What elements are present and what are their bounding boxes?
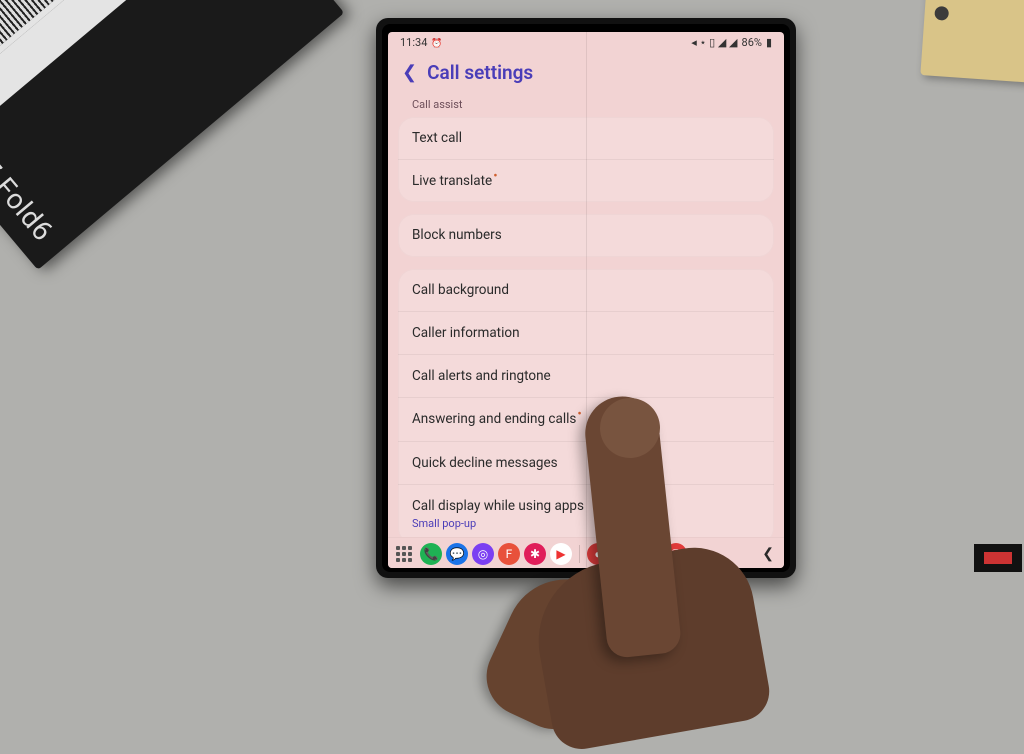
taskbar-app-9[interactable]: ⦿	[665, 543, 687, 565]
taskbar-app-4[interactable]: ✱	[524, 543, 546, 565]
phone-screen: 11:34 ◂ ⋆ ▯ ◢ ◢ 86% ▮ ❮ Call settings Ca…	[388, 32, 784, 568]
new-indicator-dot: •	[577, 407, 581, 422]
taskbar-back-button[interactable]: ❮	[762, 546, 774, 562]
taskbar-app-3[interactable]: F	[498, 543, 520, 565]
taskbar-app-5[interactable]: ▶	[550, 543, 572, 565]
phone-device: 11:34 ◂ ⋆ ▯ ◢ ◢ 86% ▮ ❮ Call settings Ca…	[376, 18, 796, 578]
back-button[interactable]: ❮	[402, 64, 417, 82]
taskbar-app-6[interactable]: ●	[587, 543, 609, 565]
box-product-name: Galaxy Z Fold6	[0, 80, 60, 247]
taskbar-app-2[interactable]: ◎	[472, 543, 494, 565]
status-signal-icons: ◂ ⋆ ▯ ◢ ◢	[691, 36, 737, 49]
brand-tag	[974, 544, 1022, 572]
fold-crease	[586, 32, 587, 568]
product-box: Galaxy Z Fold6	[0, 0, 344, 270]
taskbar-app-0[interactable]: 📞	[420, 543, 442, 565]
battery-icon: ▮	[766, 36, 772, 49]
alarm-icon	[431, 36, 442, 49]
status-battery: 86%	[742, 36, 762, 49]
new-indicator-dot: •	[493, 169, 497, 184]
wood-block	[920, 0, 1024, 85]
apps-drawer-button[interactable]	[396, 546, 412, 562]
taskbar-divider	[579, 545, 580, 563]
taskbar-app-1[interactable]: 💬	[446, 543, 468, 565]
taskbar-app-7[interactable]: ◐	[613, 543, 635, 565]
status-time: 11:34	[400, 36, 427, 49]
taskbar-app-8[interactable]: ✧	[639, 543, 661, 565]
page-title: Call settings	[427, 61, 533, 84]
